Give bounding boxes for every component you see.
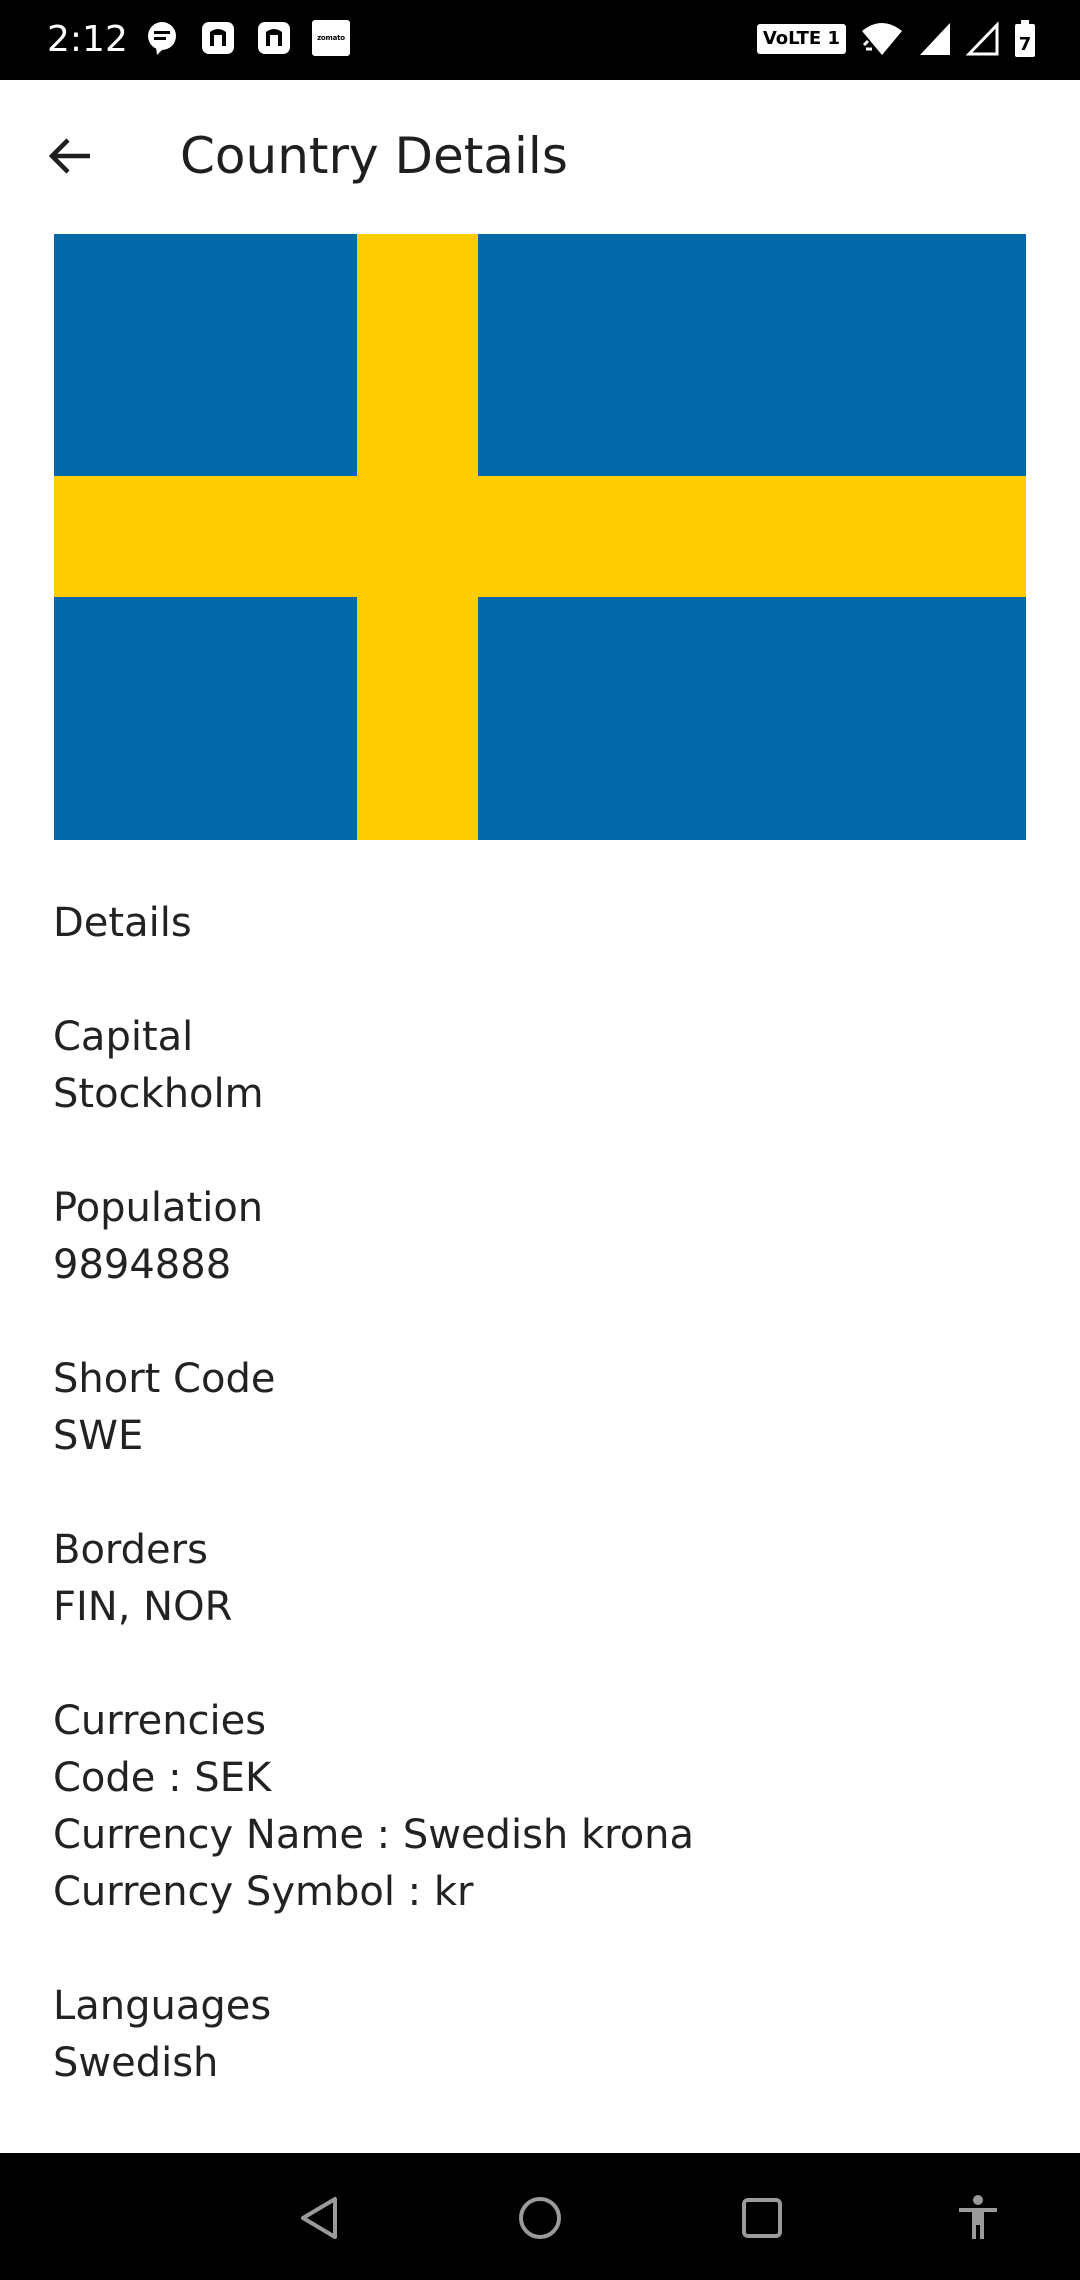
currencies-field: Currencies Code : SEK Currency Name : Sw…	[53, 1693, 1023, 1921]
languages-field: Languages Swedish	[53, 1978, 1023, 2092]
nav-back-button[interactable]	[280, 2183, 360, 2253]
nav-home-button[interactable]	[500, 2183, 580, 2253]
signal-empty-icon	[966, 21, 999, 56]
volte-badge: VoLTE 1	[756, 24, 846, 54]
short-code-label: Short Code	[53, 1356, 276, 1402]
languages-value: Swedish	[53, 2040, 219, 2086]
currency-symbol: Currency Symbol : kr	[53, 1869, 474, 1915]
status-bar: 2:12 zomato VoLTE 1 7	[0, 0, 1080, 80]
population-label: Population	[53, 1185, 264, 1231]
short-code-field: Short Code SWE	[53, 1351, 1023, 1465]
languages-label: Languages	[53, 1983, 272, 2029]
capital-label: Capital	[53, 1014, 194, 1060]
borders-label: Borders	[53, 1527, 208, 1573]
arrow-left-icon	[48, 138, 90, 174]
borders-value: FIN, NOR	[53, 1584, 233, 1630]
currency-code: Code : SEK	[53, 1755, 272, 1801]
population-field: Population 9894888	[53, 1180, 1023, 1294]
app-icon	[258, 22, 290, 54]
currency-name: Currency Name : Swedish krona	[53, 1812, 695, 1858]
battery-level: 7	[1019, 34, 1032, 55]
currencies-label: Currencies	[53, 1698, 267, 1744]
wifi-icon	[862, 23, 902, 55]
recents-square-icon	[742, 2198, 782, 2238]
capital-value: Stockholm	[53, 1071, 264, 1117]
page-title: Country Details	[180, 127, 568, 185]
battery-icon: 7	[1015, 20, 1035, 57]
signal-icon	[920, 23, 950, 55]
navigation-bar	[0, 2153, 1080, 2280]
borders-field: Borders FIN, NOR	[53, 1522, 1023, 1636]
population-value: 9894888	[53, 1242, 232, 1288]
nav-accessibility-button[interactable]	[938, 2183, 1018, 2253]
back-triangle-icon	[301, 2197, 337, 2239]
app-icon	[202, 22, 234, 54]
back-button[interactable]	[30, 120, 110, 192]
notification-icons: zomato	[144, 20, 350, 56]
app-bar: Country Details	[0, 80, 1080, 226]
capital-field: Capital Stockholm	[53, 1009, 1023, 1123]
home-circle-icon	[519, 2197, 561, 2239]
details-section: Details Capital Stockholm Population 989…	[53, 895, 1023, 2149]
zomato-icon: zomato	[312, 20, 350, 56]
country-flag-image	[54, 234, 1026, 840]
flag-cross-horizontal	[54, 476, 1026, 597]
short-code-value: SWE	[53, 1413, 144, 1459]
message-icon	[148, 22, 176, 55]
system-icons: VoLTE 1 7	[756, 20, 1036, 58]
details-heading: Details	[53, 900, 192, 946]
status-time: 2:12	[47, 19, 128, 60]
nav-recents-button[interactable]	[722, 2183, 802, 2253]
accessibility-icon	[959, 2195, 997, 2239]
